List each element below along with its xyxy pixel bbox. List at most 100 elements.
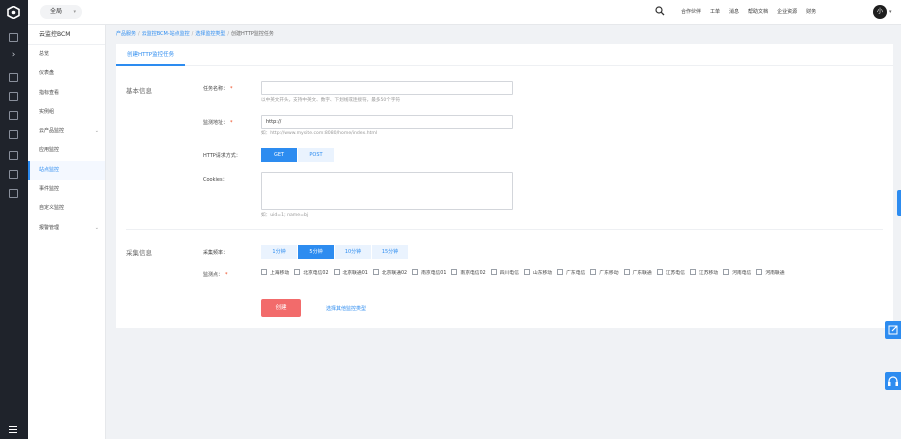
create-button[interactable]: 创建 — [261, 299, 301, 317]
freq-label: 采集频率： — [203, 250, 229, 256]
checkbox-box[interactable] — [412, 269, 419, 275]
region-selector[interactable]: 全局 ▾ — [40, 5, 82, 19]
checkbox-box[interactable] — [490, 269, 497, 275]
search-icon[interactable] — [655, 6, 665, 16]
top-link-ticket[interactable]: 工单 — [710, 8, 720, 15]
sidebar-item-label: 应用监控 — [39, 147, 60, 154]
media-icon[interactable] — [9, 170, 18, 179]
point-checkbox[interactable]: 南京电信01 — [412, 268, 446, 276]
top-bar: 全局 ▾ 合作伙伴 工单 消息 帮助文档 企业资源 财务 小 ▾ — [28, 0, 901, 25]
chevron-down-icon[interactable]: ▾ — [889, 9, 892, 15]
icon-rail: › — [0, 0, 28, 439]
headset-icon — [888, 376, 898, 386]
method-option[interactable]: GET — [261, 148, 297, 162]
task-name-input[interactable] — [261, 81, 513, 95]
top-link-finance[interactable]: 财务 — [806, 8, 816, 15]
point-checkbox[interactable]: 广东移动 — [590, 268, 619, 276]
breadcrumb-item[interactable]: 选择监控类型 — [195, 31, 225, 37]
sidebar-item[interactable]: 应用监控 — [28, 141, 105, 160]
select-other-type-link[interactable]: 选择其他监控类型 — [326, 305, 366, 312]
checkbox-box[interactable] — [756, 269, 763, 275]
point-checkbox[interactable]: 南京电信02 — [451, 268, 486, 276]
top-links: 合作伙伴 工单 消息 帮助文档 企业资源 财务 — [681, 8, 816, 15]
terminal-icon[interactable] — [9, 189, 18, 198]
task-name-label: 任务名称： * — [203, 86, 233, 92]
point-label: 上海移动 — [270, 270, 290, 276]
point-checkbox[interactable]: 广东联通 — [623, 268, 652, 276]
sidebar-item-label: 指标查看 — [39, 89, 60, 96]
sidebar-item[interactable]: 总览 — [28, 45, 105, 64]
menu-icon[interactable] — [9, 426, 17, 435]
sidebar-item[interactable]: 站点监控 — [28, 160, 105, 181]
tab-create-http[interactable]: 创建HTTP监控任务 — [116, 44, 186, 66]
breadcrumb-separator: / — [191, 31, 194, 37]
cloud-logo-icon[interactable] — [7, 6, 20, 19]
point-checkbox[interactable]: 江苏电信 — [656, 268, 685, 276]
checkbox-box[interactable] — [523, 269, 530, 275]
point-label: 广东联通 — [632, 270, 652, 276]
point-checkbox[interactable]: 广东电信 — [557, 268, 585, 276]
side-drawer-tab[interactable] — [897, 190, 901, 216]
monitor-icon[interactable] — [9, 130, 18, 139]
checkbox-box[interactable] — [333, 269, 340, 275]
point-checkbox[interactable]: 河南联通 — [756, 268, 785, 276]
method-option[interactable]: POST — [298, 148, 334, 162]
customer-service-button[interactable] — [885, 372, 901, 390]
network-icon[interactable] — [9, 151, 18, 160]
checkbox-box[interactable] — [590, 269, 597, 275]
top-link-partner[interactable]: 合作伙伴 — [681, 8, 701, 15]
cookies-textarea[interactable] — [261, 172, 513, 210]
breadcrumb: 产品服务 / 云监控BCM-站点监控 / 选择监控类型 / 创建HTTP监控任务 — [116, 30, 274, 37]
point-checkbox[interactable]: 北京联通02 — [372, 268, 407, 276]
freq-option[interactable]: 10分钟 — [335, 245, 371, 259]
sidebar-item[interactable]: 云产品监控 ⌄ — [28, 122, 105, 141]
checkbox-box[interactable] — [557, 269, 564, 275]
top-link-message[interactable]: 消息 — [729, 8, 739, 15]
storage-icon[interactable] — [9, 111, 18, 120]
point-checkbox[interactable]: 北京联通01 — [333, 268, 368, 276]
sidebar-item[interactable]: 实例组 — [28, 103, 105, 122]
checkbox-box[interactable] — [623, 269, 630, 275]
sidebar-item[interactable]: 报警管理 ⌄ — [28, 219, 105, 238]
dashboard-icon[interactable] — [9, 73, 18, 82]
freq-option[interactable]: 5分钟 — [298, 245, 334, 259]
point-checkbox[interactable]: 江苏移动 — [689, 268, 719, 276]
breadcrumb-item[interactable]: 产品服务 — [116, 31, 136, 37]
grid-icon[interactable] — [9, 33, 18, 42]
point-checkbox[interactable]: 四川电信 — [490, 268, 519, 276]
checkbox-box[interactable] — [723, 269, 730, 275]
checkbox-box[interactable] — [294, 269, 301, 275]
tab-bar: 创建HTTP监控任务 — [116, 44, 893, 66]
points-label: 监测点： * — [203, 272, 228, 278]
point-checkbox[interactable]: 山东移动 — [523, 268, 552, 276]
sidebar-item-label: 实例组 — [39, 108, 55, 115]
point-checkbox[interactable]: 上海移动 — [261, 268, 289, 276]
checkbox-box[interactable] — [451, 269, 458, 275]
top-link-enterprise[interactable]: 企业资源 — [777, 8, 797, 15]
method-label: HTTP请求方式： — [203, 153, 241, 159]
checkbox-box[interactable] — [689, 269, 696, 275]
apps-icon[interactable] — [9, 92, 18, 101]
sidebar-item[interactable]: 仪表盘 — [28, 64, 105, 83]
cookies-hint: 如：uid=1; name=bj — [261, 213, 309, 218]
freq-option[interactable]: 1分钟 — [261, 245, 297, 259]
avatar[interactable]: 小 — [873, 5, 887, 19]
feedback-edit-button[interactable] — [885, 321, 901, 339]
top-link-docs[interactable]: 帮助文档 — [748, 8, 768, 15]
sidebar-item[interactable]: 自定义监控 — [28, 199, 105, 218]
checkbox-box[interactable] — [261, 269, 267, 275]
url-input[interactable] — [261, 115, 513, 129]
url-hint: 如：http://www.mysite.com:8080/home/index.… — [261, 131, 378, 136]
sidebar-item[interactable]: 指标查看 — [28, 84, 105, 103]
url-label: 监测地址： * — [203, 120, 233, 126]
checkbox-box[interactable] — [372, 269, 379, 275]
point-label: 江苏移动 — [698, 270, 719, 276]
point-checkbox[interactable]: 河南电信 — [723, 268, 751, 276]
breadcrumb-item[interactable]: 云监控BCM-站点监控 — [142, 31, 190, 37]
checkbox-box[interactable] — [656, 269, 663, 275]
sidebar-item[interactable]: 事件监控 — [28, 180, 105, 199]
chevron-right-icon[interactable]: › — [9, 51, 18, 60]
freq-option[interactable]: 15分钟 — [372, 245, 408, 259]
point-checkbox[interactable]: 北京电信02 — [294, 268, 329, 276]
point-label: 河南电信 — [732, 270, 752, 276]
